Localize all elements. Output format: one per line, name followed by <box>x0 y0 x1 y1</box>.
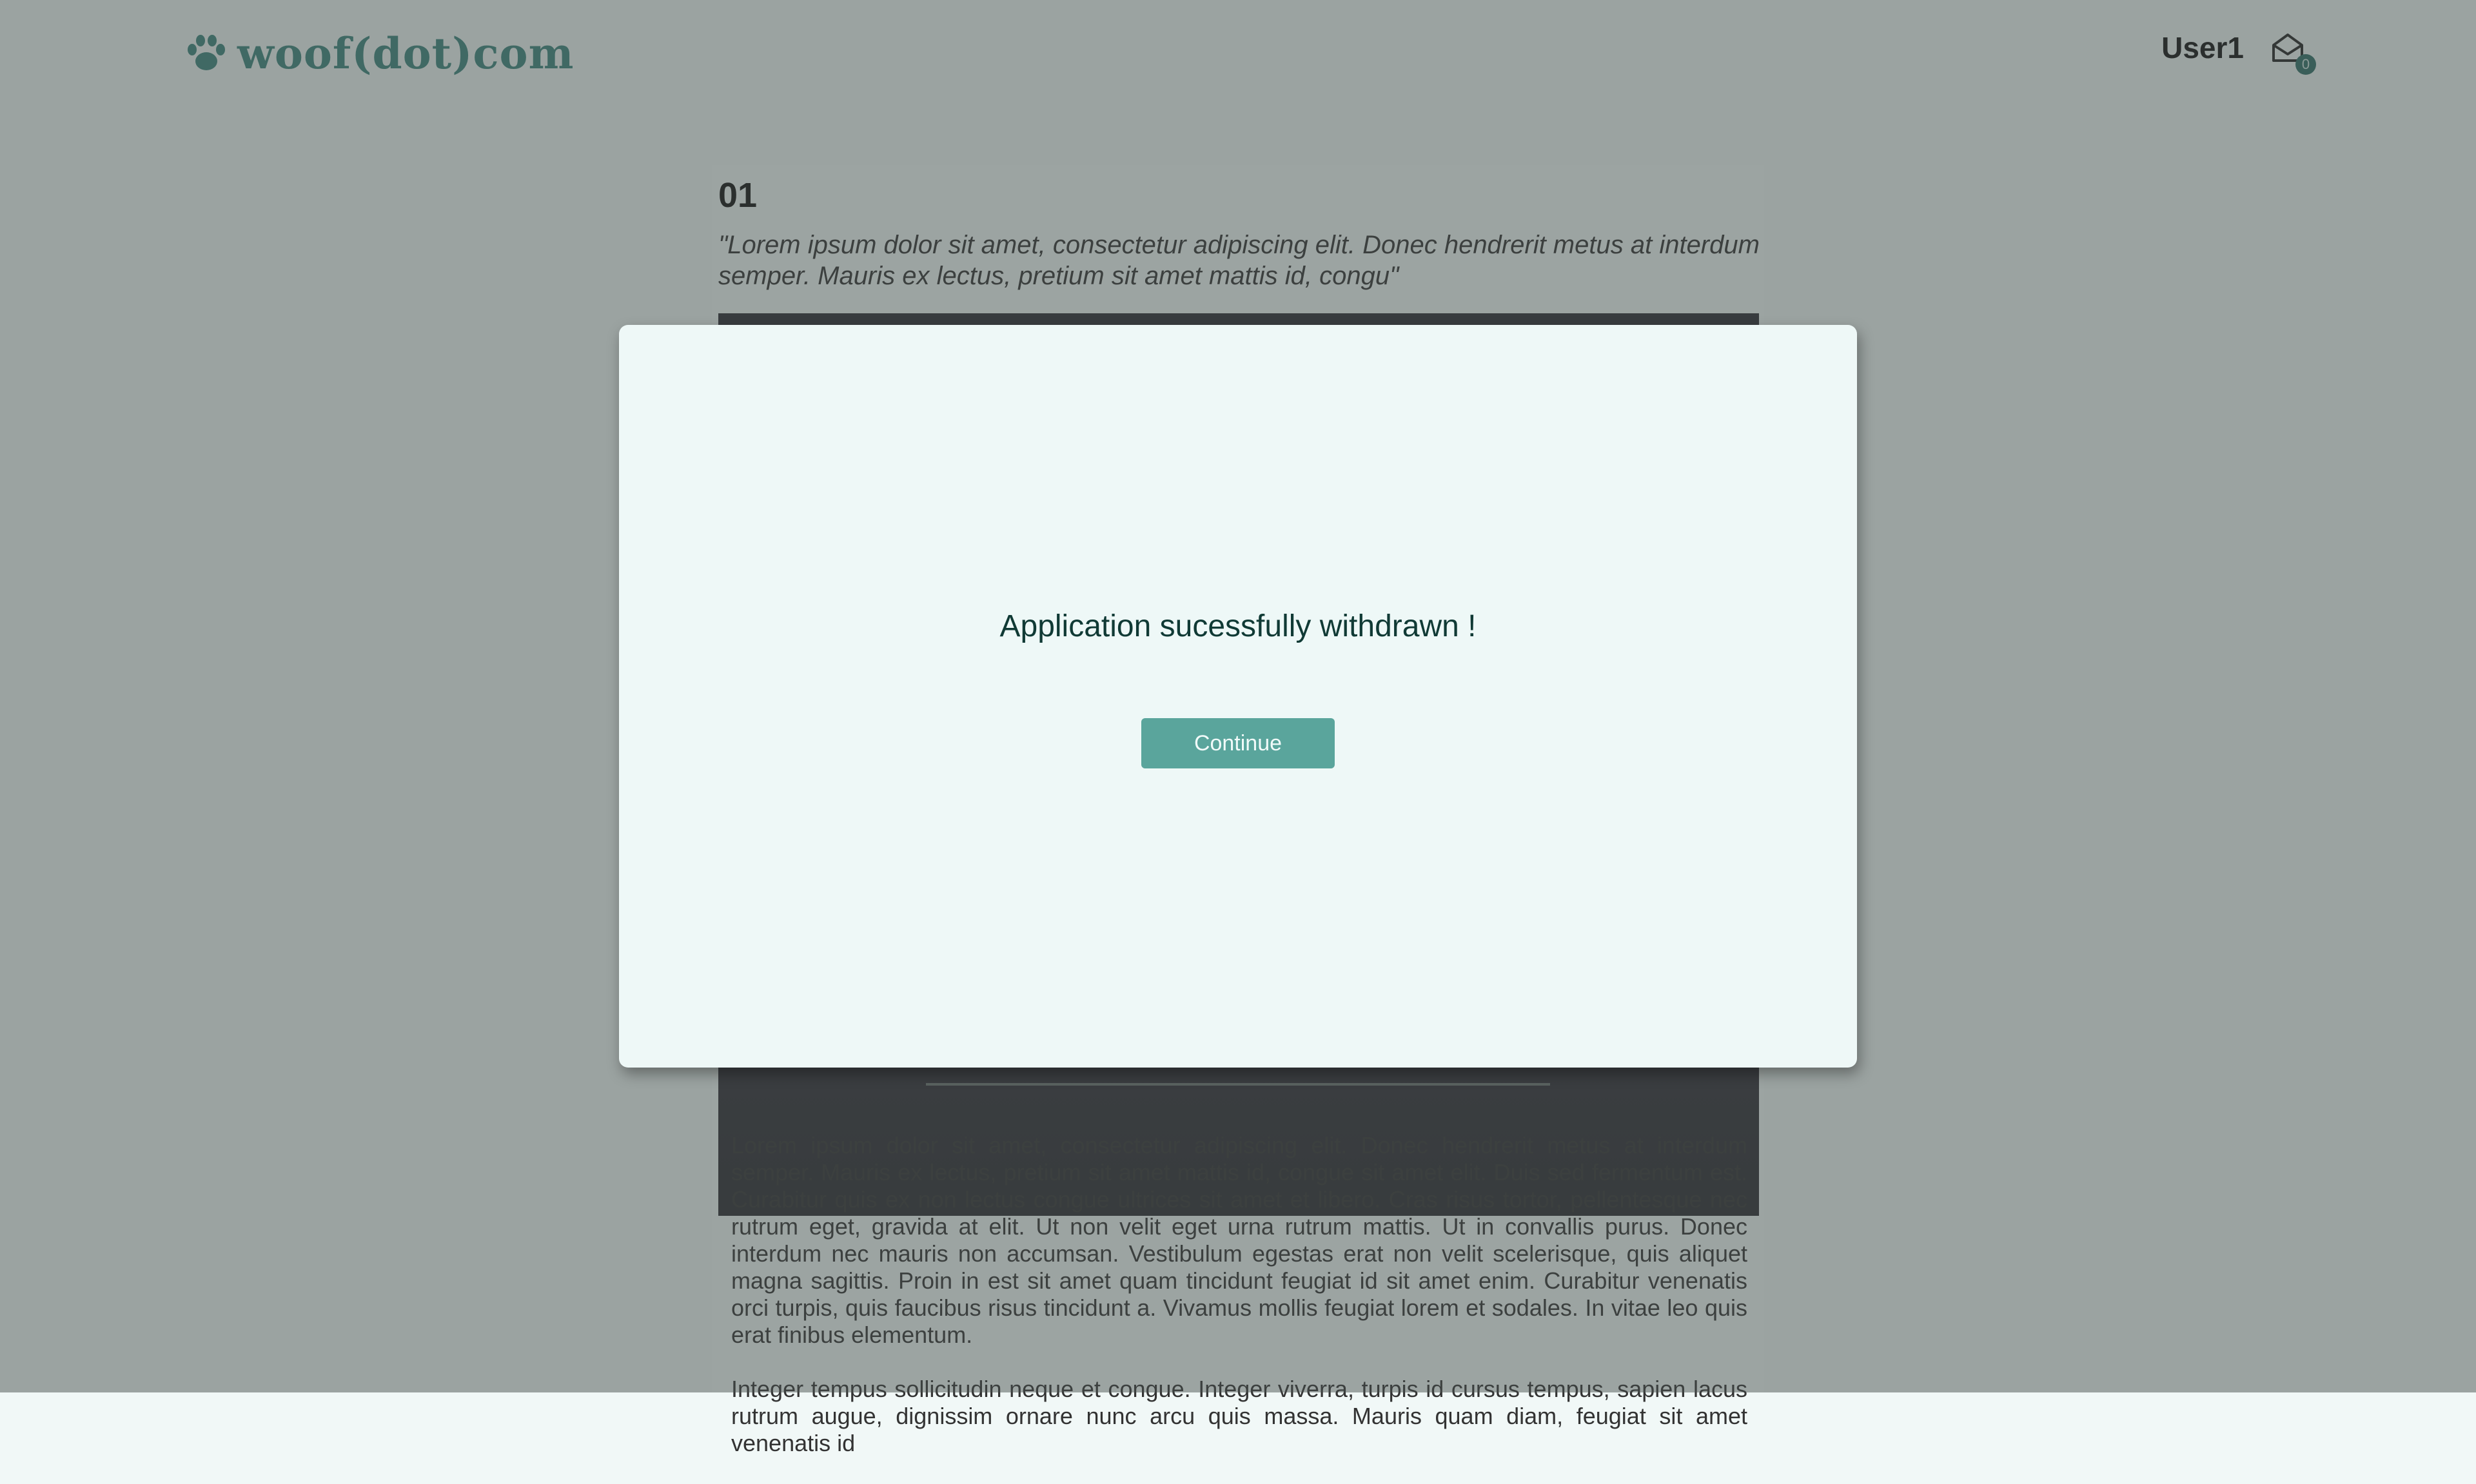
confirmation-modal: Application sucessfully withdrawn ! Cont… <box>619 325 1857 1068</box>
modal-message: Application sucessfully withdrawn ! <box>999 609 1477 643</box>
continue-button[interactable]: Continue <box>1141 718 1335 768</box>
